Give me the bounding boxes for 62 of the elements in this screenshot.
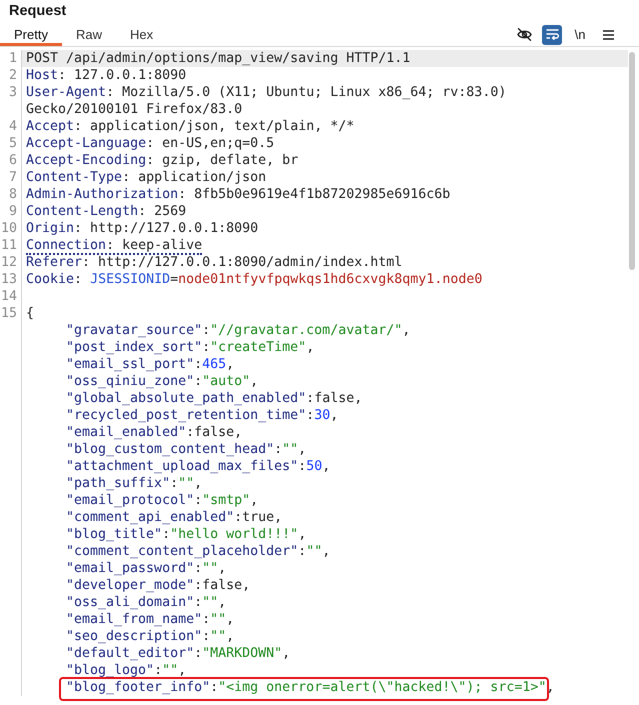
line-number: 13 — [0, 272, 17, 287]
code-line: "comment_content_placeholder":"", — [66, 544, 330, 559]
line-number: 2 — [8, 68, 17, 83]
code-line: "oss_qiniu_zone":"auto", — [66, 374, 258, 389]
newline-button[interactable]: \n — [570, 24, 590, 44]
code-line: Referer: http://127.0.0.1:8090/admin/index.html — [26, 255, 402, 270]
code-line: "email_ssl_port":465, — [66, 357, 234, 372]
line-number: 12 — [0, 255, 17, 270]
line-number: 1 — [8, 51, 17, 66]
code-line: "blog_title":"hello world!!!", — [66, 527, 306, 542]
code-line: "oss_ali_domain":"", — [66, 595, 226, 610]
tab[interactable]: Pretty — [0, 22, 62, 46]
line-number: 10 — [0, 221, 17, 236]
line-number: 4 — [8, 119, 17, 134]
code-line: "global_absolute_path_enabled":false, — [66, 391, 362, 406]
panel-title: Request — [8, 2, 68, 21]
line-number: 11 — [0, 238, 17, 253]
code-line: "comment_api_enabled":true, — [66, 510, 282, 525]
line-number: 7 — [8, 170, 17, 185]
code-line: "blog_logo":"", — [66, 663, 186, 678]
code-line: Host: 127.0.0.1:8090 — [26, 68, 186, 83]
code-line: Cookie: JSESSIONID=node01ntfyvfpqwkqs1hd6cxvgk8qmy1.node0 — [26, 272, 482, 287]
code-line: Admin-Authorization: 8fb5b0e9619e4f1b87202985e6916c6b — [26, 187, 450, 202]
code-line: "blog_custom_content_head":"", — [66, 442, 306, 457]
line-number: 15 — [0, 306, 17, 321]
code-line: "default_editor":"MARKDOWN", — [66, 646, 290, 661]
tab[interactable]: Hex — [116, 22, 168, 46]
code-line: Origin: http://127.0.0.1:8090 — [26, 221, 258, 236]
line-number: 3 — [8, 85, 17, 100]
line-number: 14 — [0, 289, 17, 304]
wrap-button[interactable] — [542, 24, 562, 44]
code-line: "email_enabled":false, — [66, 425, 242, 440]
code-line: Accept: application/json, text/plain, */* — [26, 119, 354, 134]
line-number: 6 — [8, 153, 17, 168]
code-line: Content-Type: application/json — [26, 170, 266, 185]
code-line: "gravatar_source":"//gravatar.com/avatar/", — [66, 323, 410, 338]
code-line: Content-Length: 2569 — [26, 204, 186, 219]
eye-slash-icon — [516, 28, 532, 41]
line-number: 8 — [8, 187, 17, 202]
code-line: Accept-Language: en-US,en;q=0.5 — [26, 136, 274, 151]
code-line: "attachment_upload_max_files":50, — [66, 459, 330, 474]
code-line: User-Agent: Mozilla/5.0 (X11; Ubuntu; Linux x86_64; rv:83.0) — [26, 85, 506, 100]
tab[interactable]: Raw — [62, 22, 116, 46]
scrollbar-thumb[interactable] — [629, 52, 635, 270]
code-line: "email_password":"", — [66, 561, 226, 576]
menu-icon — [602, 30, 614, 40]
line-number: 9 — [8, 204, 17, 219]
code-line: "path_suffix":"", — [66, 476, 202, 491]
code-line: "post_index_sort":"createTime", — [66, 340, 314, 355]
code-line: Accept-Encoding: gzip, deflate, br — [26, 153, 298, 168]
code-line: "seo_description":"", — [66, 629, 234, 644]
code-line: "email_from_name":"", — [66, 612, 234, 627]
code-line: POST /api/admin/options/map_view/saving HTTP/1.1 — [26, 51, 410, 66]
code-line: { — [26, 306, 34, 321]
code-line: "blog_footer_info":"<img onerror=alert(\"hacked!\"); src=1>", — [66, 680, 554, 695]
line-number: 5 — [8, 136, 17, 151]
code-line: "developer_mode":false, — [66, 578, 250, 593]
code-line: Gecko/20100101 Firefox/83.0 — [26, 102, 242, 117]
code-line: "email_protocol":"smtp", — [66, 493, 258, 508]
code-line: Connection: keep-alive — [26, 238, 202, 255]
code-line: "recycled_post_retention_time":30, — [66, 408, 338, 423]
wrap-icon — [546, 29, 558, 40]
